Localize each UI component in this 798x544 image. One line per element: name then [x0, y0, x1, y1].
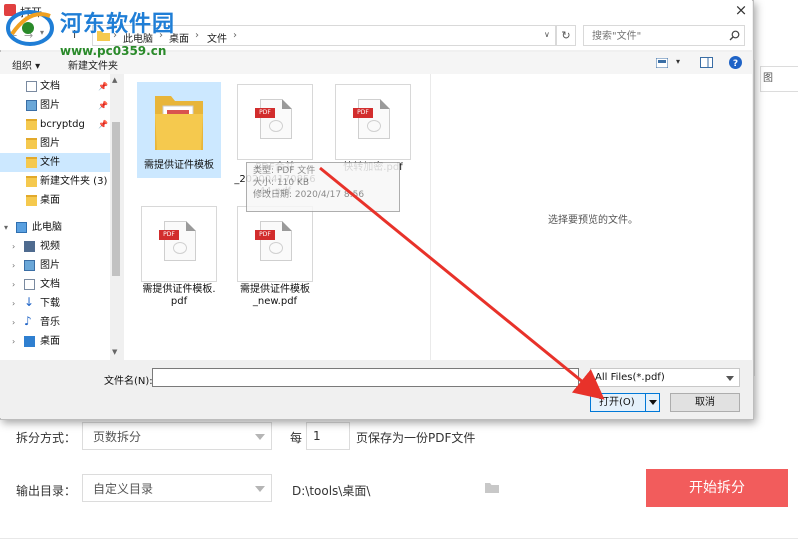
annotation-arrow-icon [319, 166, 605, 400]
